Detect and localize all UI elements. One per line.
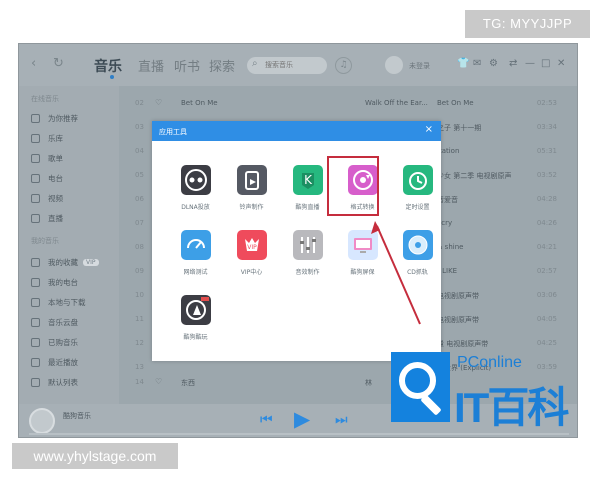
screenshot-canvas: { "watermark": { "top": "TG: MYYJJPP", "… bbox=[0, 0, 600, 480]
dlna-icon bbox=[180, 165, 211, 195]
tab-explore[interactable]: 探索 bbox=[209, 56, 235, 75]
sidebar-item-my-radio[interactable]: 我的电台 bbox=[31, 276, 78, 288]
search-input[interactable] bbox=[265, 57, 325, 74]
cloud-icon bbox=[31, 317, 40, 327]
voice-search-icon[interactable]: ♫ bbox=[335, 57, 352, 74]
tool-vip-center-button[interactable]: VIP VIP中心 bbox=[227, 230, 276, 276]
tool-ringtone-button[interactable]: 铃声制作 bbox=[227, 165, 276, 211]
purchased-icon bbox=[31, 337, 40, 347]
play-icon[interactable]: ▶ bbox=[294, 407, 310, 431]
ringtone-maker-icon bbox=[236, 165, 267, 195]
badge-top-text: PConline bbox=[457, 354, 522, 371]
dialog-title: 应用工具 bbox=[159, 128, 187, 136]
sidebar-item-recommend[interactable]: 为你推荐 bbox=[31, 112, 78, 124]
badge-name-text: IT百科 bbox=[454, 384, 569, 431]
user-avatar[interactable] bbox=[385, 56, 403, 74]
user-status: 未登录 bbox=[409, 62, 430, 70]
recommend-icon bbox=[31, 113, 40, 123]
next-track-icon[interactable]: ⏭ bbox=[335, 412, 348, 428]
message-icon[interactable]: ✉ bbox=[473, 58, 481, 69]
watermark-bottom: www.yhylstage.com bbox=[12, 443, 178, 469]
tab-music[interactable]: 音乐 bbox=[94, 56, 122, 76]
app-tools-dialog: 应用工具 × DLNA投放 铃声制作 K 酷狗直播 格式转换 定时设置 网络测试 … bbox=[152, 121, 441, 361]
sidebar-heading-my-music: 我的音乐 bbox=[31, 237, 59, 245]
sidebar-item-local-download[interactable]: 本地与下载 bbox=[31, 296, 86, 308]
settings-icon[interactable]: ⚙ bbox=[489, 58, 498, 69]
watermark-top: TG: MYYJJPP bbox=[465, 10, 590, 38]
dialog-header: 应用工具 × bbox=[152, 121, 441, 141]
kugou-play-icon bbox=[180, 295, 211, 325]
search-icon: ⌕ bbox=[252, 58, 258, 69]
tool-network-test-button[interactable]: 网络测试 bbox=[171, 230, 220, 276]
sidebar-item-library[interactable]: 乐库 bbox=[31, 132, 63, 144]
sidebar: 在线音乐 为你推荐 乐库 歌单 电台 视频 直播 我的音乐 我的收藏 VIP 我的… bbox=[19, 86, 119, 404]
pconline-logo-icon bbox=[391, 352, 450, 422]
tool-sound-effect-button[interactable]: 音效制作 bbox=[283, 230, 332, 276]
svg-text:VIP: VIP bbox=[247, 244, 257, 251]
active-tab-indicator bbox=[110, 75, 114, 79]
sound-effect-icon bbox=[292, 230, 323, 260]
live-icon bbox=[31, 213, 40, 223]
sidebar-item-playlists[interactable]: 歌单 bbox=[31, 152, 63, 164]
playlist-icon bbox=[31, 153, 40, 163]
now-playing-title: 酷狗音乐 bbox=[63, 412, 91, 420]
album-cover[interactable] bbox=[29, 408, 55, 434]
skin-icon[interactable]: 👕 bbox=[457, 58, 469, 69]
sidebar-item-recent[interactable]: 最近播放 bbox=[31, 356, 78, 368]
radio-icon bbox=[31, 173, 40, 183]
track-row[interactable]: 02 ♡ Bet On Me Walk Off the Ear... Bet On Me… bbox=[119, 96, 577, 110]
sidebar-item-favorites[interactable]: 我的收藏 VIP bbox=[31, 256, 99, 268]
my-radio-icon bbox=[31, 277, 40, 287]
timer-icon bbox=[402, 165, 433, 195]
library-icon bbox=[31, 133, 40, 143]
network-test-icon bbox=[180, 230, 211, 260]
kugou-live-icon: K bbox=[292, 165, 323, 195]
sidebar-item-purchased[interactable]: 已购音乐 bbox=[31, 336, 78, 348]
maximize-icon[interactable]: □ bbox=[541, 58, 550, 69]
back-icon[interactable]: ‹ bbox=[31, 56, 36, 71]
sidebar-item-default-list[interactable]: 默认列表 bbox=[31, 376, 78, 388]
mini-mode-icon[interactable]: ⇄ bbox=[509, 58, 517, 69]
previous-track-icon[interactable]: ⏮ bbox=[260, 412, 273, 428]
screensaver-icon bbox=[347, 230, 378, 260]
like-icon[interactable]: ♡ bbox=[155, 377, 162, 386]
clock-icon bbox=[31, 357, 40, 367]
close-icon[interactable]: ✕ bbox=[557, 58, 565, 69]
minimize-icon[interactable]: — bbox=[525, 58, 535, 69]
cd-ripper-icon bbox=[402, 230, 433, 260]
tool-screensaver-button[interactable]: 酷狗屏保 bbox=[338, 230, 387, 276]
video-icon bbox=[31, 193, 40, 203]
sidebar-item-video[interactable]: 视频 bbox=[31, 192, 63, 204]
tool-kugou-play-button[interactable]: 酷狗酷玩 bbox=[171, 295, 220, 341]
tab-live[interactable]: 直播 bbox=[138, 56, 164, 75]
tool-cd-ripper-button[interactable]: CD抓轨 bbox=[393, 230, 442, 276]
list-icon bbox=[31, 377, 40, 387]
sidebar-heading-online: 在线音乐 bbox=[31, 95, 59, 103]
tool-timer-button[interactable]: 定时设置 bbox=[393, 165, 442, 211]
sidebar-item-cloud[interactable]: 音乐云盘 bbox=[31, 316, 78, 328]
selected-tool-highlight bbox=[327, 156, 379, 216]
tool-live-button[interactable]: K 酷狗直播 bbox=[283, 165, 332, 211]
svg-text:K: K bbox=[304, 173, 313, 187]
refresh-icon[interactable]: ↻ bbox=[53, 56, 64, 71]
vip-center-icon: VIP bbox=[236, 230, 267, 260]
download-icon bbox=[31, 297, 40, 307]
vip-badge: VIP bbox=[83, 258, 99, 266]
like-icon[interactable]: ♡ bbox=[155, 98, 162, 107]
tab-books[interactable]: 听书 bbox=[174, 56, 200, 75]
search-box[interactable]: ⌕ bbox=[247, 57, 327, 74]
heart-icon bbox=[31, 257, 40, 267]
tool-dlna-button[interactable]: DLNA投放 bbox=[171, 165, 220, 211]
sidebar-item-radio[interactable]: 电台 bbox=[31, 172, 63, 184]
top-navigation-bar: ‹ ↻ 音乐 直播 听书 探索 ⌕ ♫ 未登录 👕 ✉ ⚙ ⇄ — □ ✕ bbox=[19, 44, 577, 86]
close-icon[interactable]: × bbox=[425, 124, 433, 135]
sidebar-item-live[interactable]: 直播 bbox=[31, 212, 63, 224]
